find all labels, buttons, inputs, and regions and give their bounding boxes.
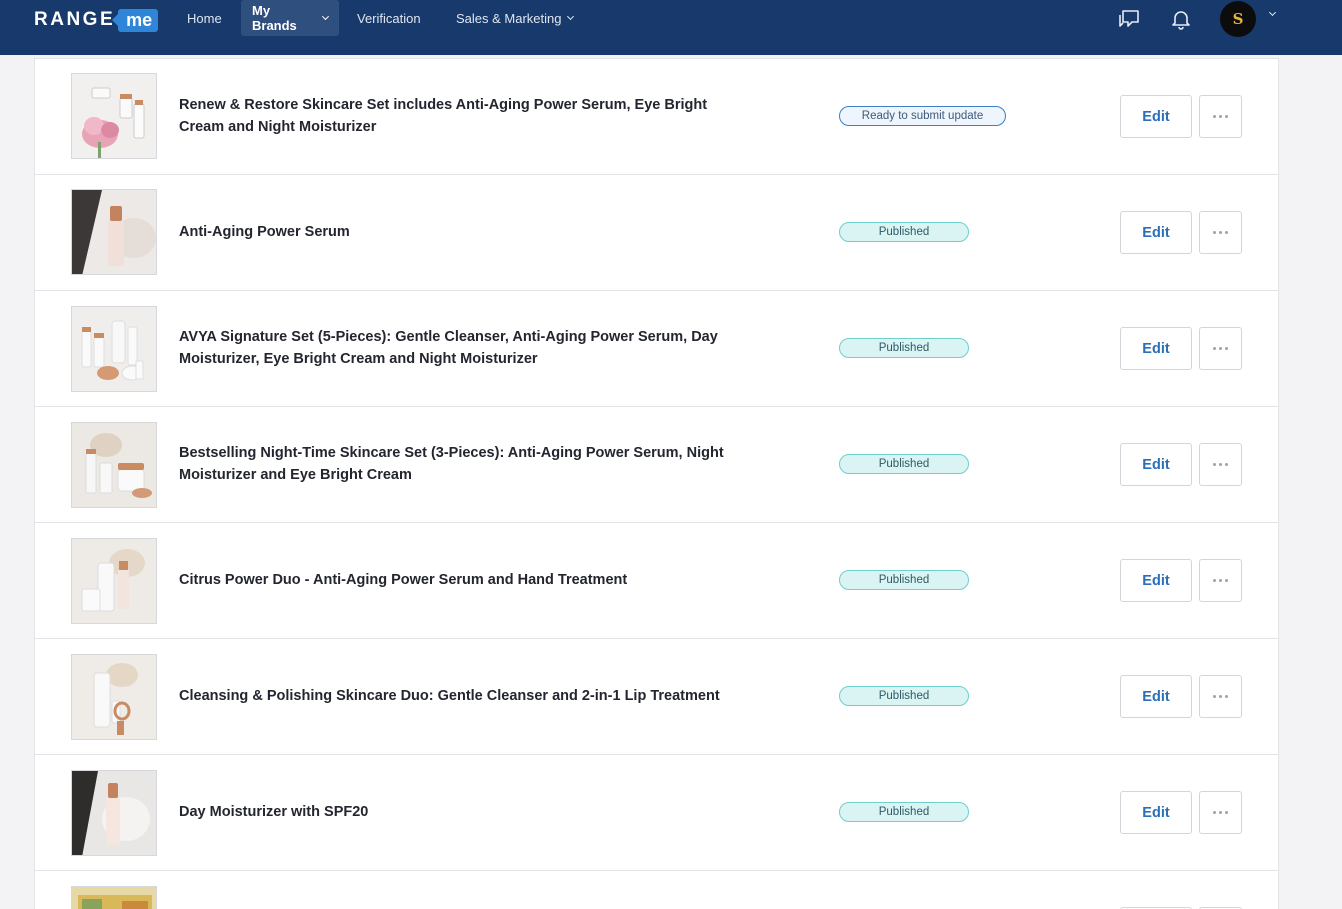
nav-my-brands-label: My Brands	[252, 3, 297, 33]
ellipsis-icon	[1213, 115, 1228, 118]
status-badge: Published	[839, 686, 969, 706]
nav-my-brands[interactable]: My Brands	[241, 0, 339, 36]
edit-button[interactable]: Edit	[1120, 791, 1192, 834]
nav-home[interactable]: Home	[176, 0, 233, 36]
product-thumbnail[interactable]	[71, 422, 157, 508]
product-row: Day Moisturizer with SPF20 Published Edi…	[35, 755, 1278, 871]
edit-button[interactable]: Edit	[1120, 327, 1192, 370]
more-options-button[interactable]	[1199, 443, 1242, 486]
bell-icon[interactable]	[1169, 7, 1193, 31]
product-name[interactable]: Renew & Restore Skincare Set includes An…	[179, 94, 735, 138]
product-row	[35, 871, 1278, 909]
chevron-down-icon	[322, 12, 330, 21]
nav-verification-label: Verification	[357, 10, 421, 26]
product-row: Cleansing & Polishing Skincare Duo: Gent…	[35, 639, 1278, 755]
chevron-down-icon	[566, 12, 574, 21]
nav-sales-marketing-label: Sales & Marketing	[456, 10, 562, 26]
status-badge: Published	[839, 338, 969, 358]
product-thumbnail[interactable]	[71, 770, 157, 856]
product-thumbnail[interactable]	[71, 189, 157, 275]
product-row: Anti-Aging Power Serum Published Edit	[35, 175, 1278, 291]
product-thumbnail[interactable]	[71, 654, 157, 740]
product-name[interactable]: Anti-Aging Power Serum	[179, 221, 735, 243]
ellipsis-icon	[1213, 231, 1228, 234]
ellipsis-icon	[1213, 347, 1228, 350]
nav-verification[interactable]: Verification	[346, 0, 432, 36]
more-options-button[interactable]	[1199, 95, 1242, 138]
chat-icon[interactable]	[1117, 7, 1141, 31]
edit-button[interactable]: Edit	[1120, 443, 1192, 486]
status-badge: Ready to submit update	[839, 106, 1006, 126]
product-row: Renew & Restore Skincare Set includes An…	[35, 59, 1278, 175]
product-name[interactable]: Cleansing & Polishing Skincare Duo: Gent…	[179, 685, 735, 707]
product-thumbnail[interactable]	[71, 306, 157, 392]
logo-range-text: RANGE	[34, 9, 116, 30]
more-options-button[interactable]	[1199, 327, 1242, 370]
status-badge: Published	[839, 802, 969, 822]
status-badge: Published	[839, 570, 969, 590]
more-options-button[interactable]	[1199, 791, 1242, 834]
status-badge: Published	[839, 454, 969, 474]
product-name[interactable]: AVYA Signature Set (5-Pieces): Gentle Cl…	[179, 326, 735, 370]
rangeme-logo[interactable]: RANGE me	[34, 8, 159, 32]
product-name[interactable]: Day Moisturizer with SPF20	[179, 801, 735, 823]
user-avatar[interactable]: S	[1220, 1, 1256, 37]
logo-me-badge: me	[112, 8, 159, 32]
more-options-button[interactable]	[1199, 211, 1242, 254]
ellipsis-icon	[1213, 811, 1228, 814]
edit-button[interactable]: Edit	[1120, 95, 1192, 138]
product-thumbnail[interactable]	[71, 886, 157, 909]
status-badge: Published	[839, 222, 969, 242]
product-thumbnail[interactable]	[71, 538, 157, 624]
nav-sales-marketing[interactable]: Sales & Marketing	[445, 0, 584, 36]
chevron-down-icon[interactable]	[1268, 8, 1277, 17]
product-row: Citrus Power Duo - Anti-Aging Power Seru…	[35, 523, 1278, 639]
avatar-initial: S	[1232, 10, 1244, 28]
nav-home-label: Home	[187, 10, 222, 26]
product-name[interactable]: Citrus Power Duo - Anti-Aging Power Seru…	[179, 569, 735, 591]
product-list: Renew & Restore Skincare Set includes An…	[34, 58, 1279, 909]
product-row: AVYA Signature Set (5-Pieces): Gentle Cl…	[35, 291, 1278, 407]
ellipsis-icon	[1213, 579, 1228, 582]
more-options-button[interactable]	[1199, 559, 1242, 602]
edit-button[interactable]: Edit	[1120, 211, 1192, 254]
ellipsis-icon	[1213, 463, 1228, 466]
product-thumbnail[interactable]	[71, 73, 157, 159]
product-row: Bestselling Night-Time Skincare Set (3-P…	[35, 407, 1278, 523]
edit-button[interactable]: Edit	[1120, 559, 1192, 602]
more-options-button[interactable]	[1199, 675, 1242, 718]
product-name[interactable]: Bestselling Night-Time Skincare Set (3-P…	[179, 442, 735, 486]
edit-button[interactable]: Edit	[1120, 675, 1192, 718]
ellipsis-icon	[1213, 695, 1228, 698]
top-navbar: RANGE me Home My Brands Verification Sal…	[0, 0, 1342, 55]
